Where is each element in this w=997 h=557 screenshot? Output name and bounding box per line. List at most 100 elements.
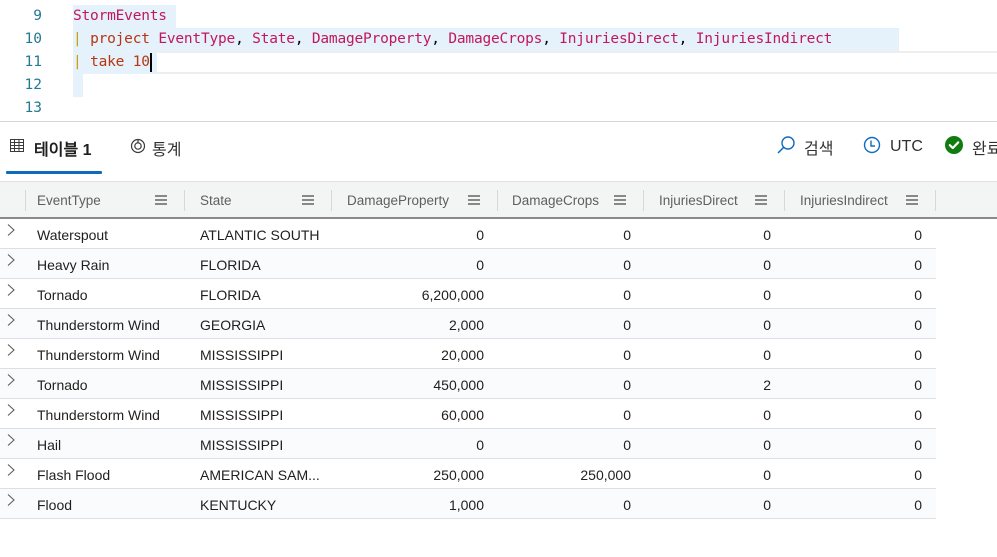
expand-row-chevron-icon[interactable] [6,493,16,507]
expand-row-chevron-icon[interactable] [6,283,16,297]
cell-injuriesindirect[interactable]: 0 [785,249,922,279]
column-menu-icon[interactable] [468,195,480,205]
cell-injuriesindirect[interactable]: 0 [785,489,922,519]
cell-damagecrops[interactable]: 0 [498,369,631,399]
cell-injuriesdirect[interactable]: 0 [644,309,771,339]
cell-damagecrops[interactable]: 0 [498,429,631,459]
table-row[interactable]: Thunderstorm Wind MISSISSIPPI 20,000 0 0 0 [0,339,936,369]
column-header-state[interactable]: State [200,182,232,218]
table-row[interactable]: Heavy Rain FLORIDA 0 0 0 0 [0,249,936,279]
cell-injuriesdirect[interactable]: 0 [644,279,771,309]
table-row[interactable]: Thunderstorm Wind MISSISSIPPI 60,000 0 0 0 [0,399,936,429]
cell-damagecrops[interactable]: 250,000 [498,459,631,489]
cell-state[interactable]: MISSISSIPPI [200,429,330,459]
cell-injuriesdirect[interactable]: 0 [644,489,771,519]
cell-eventtype[interactable]: Waterspout [37,219,187,249]
cell-injuriesdirect[interactable]: 0 [644,459,771,489]
tab-table-1[interactable]: 테이블 1 [10,136,92,160]
cell-damagecrops[interactable]: 0 [498,309,631,339]
cell-state[interactable]: GEORGIA [200,309,330,339]
cell-damagecrops[interactable]: 0 [498,279,631,309]
cell-injuriesdirect[interactable]: 0 [644,219,771,249]
expand-row-chevron-icon[interactable] [6,313,16,327]
column-menu-icon[interactable] [906,195,918,205]
cell-state[interactable]: MISSISSIPPI [200,339,330,369]
cell-state[interactable]: FLORIDA [200,279,330,309]
cell-eventtype[interactable]: Thunderstorm Wind [37,339,187,369]
cell-damagecrops[interactable]: 0 [498,489,631,519]
cell-state[interactable]: AMERICAN SAM... [200,459,330,489]
search-button[interactable]: 검색 [776,134,833,160]
expand-row-chevron-icon[interactable] [6,373,16,387]
column-separator[interactable] [184,190,185,211]
column-menu-icon[interactable] [155,195,167,205]
cell-injuriesindirect[interactable]: 0 [785,399,922,429]
table-row[interactable]: Thunderstorm Wind GEORGIA 2,000 0 0 0 [0,309,936,339]
cell-damageproperty[interactable]: 250,000 [332,459,484,489]
column-header-injuriesindirect[interactable]: InjuriesIndirect [800,182,888,218]
cell-injuriesindirect[interactable]: 0 [785,429,922,459]
expand-row-chevron-icon[interactable] [6,433,16,447]
column-header-eventtype[interactable]: EventType [37,182,101,218]
cell-injuriesindirect[interactable]: 0 [785,459,922,489]
expand-row-chevron-icon[interactable] [6,463,16,477]
column-separator[interactable] [935,190,936,211]
table-row[interactable]: Tornado MISSISSIPPI 450,000 0 2 0 [0,369,936,399]
cell-injuriesindirect[interactable]: 0 [785,309,922,339]
cell-injuriesdirect[interactable]: 0 [644,429,771,459]
column-separator[interactable] [497,190,498,211]
table-row[interactable]: Hail MISSISSIPPI 0 0 0 0 [0,429,936,459]
cell-damagecrops[interactable]: 0 [498,399,631,429]
column-menu-icon[interactable] [614,195,626,205]
expand-row-chevron-icon[interactable] [6,253,16,267]
column-separator[interactable] [25,190,26,211]
cell-damageproperty[interactable]: 0 [332,219,484,249]
column-separator[interactable] [331,190,332,211]
cell-eventtype[interactable]: Heavy Rain [37,249,187,279]
tab-stats[interactable]: 통계 [130,136,181,160]
cell-damageproperty[interactable]: 0 [332,429,484,459]
cell-damageproperty[interactable]: 6,200,000 [332,279,484,309]
cell-injuriesdirect[interactable]: 0 [644,339,771,369]
column-header-damageproperty[interactable]: DamageProperty [347,182,449,218]
cell-state[interactable]: MISSISSIPPI [200,369,330,399]
cell-damageproperty[interactable]: 1,000 [332,489,484,519]
cell-eventtype[interactable]: Tornado [37,279,187,309]
column-menu-icon[interactable] [755,195,767,205]
cell-eventtype[interactable]: Hail [37,429,187,459]
expand-row-chevron-icon[interactable] [6,343,16,357]
table-row[interactable]: Waterspout ATLANTIC SOUTH 0 0 0 0 [0,219,936,249]
cell-damageproperty[interactable]: 0 [332,249,484,279]
column-separator[interactable] [643,190,644,211]
cell-injuriesindirect[interactable]: 0 [785,369,922,399]
query-editor[interactable]: 9 StormEvents 10 | project EventType, St… [0,0,997,122]
cell-eventtype[interactable]: Flash Flood [37,459,187,489]
table-row[interactable]: Flash Flood AMERICAN SAM... 250,000 250,000… [0,459,936,489]
cell-state[interactable]: KENTUCKY [200,489,330,519]
cell-damageproperty[interactable]: 20,000 [332,339,484,369]
column-header-injuriesdirect[interactable]: InjuriesDirect [659,182,738,218]
cell-damagecrops[interactable]: 0 [498,249,631,279]
cell-damagecrops[interactable]: 0 [498,219,631,249]
cell-state[interactable]: ATLANTIC SOUTH [200,219,330,249]
expand-row-chevron-icon[interactable] [6,403,16,417]
expand-row-chevron-icon[interactable] [6,223,16,237]
cell-injuriesdirect[interactable]: 0 [644,249,771,279]
cell-injuriesindirect[interactable]: 0 [785,219,922,249]
cell-eventtype[interactable]: Thunderstorm Wind [37,399,187,429]
timezone-button[interactable]: UTC [862,134,923,160]
cell-damageproperty[interactable]: 60,000 [332,399,484,429]
column-menu-icon[interactable] [302,195,314,205]
cell-injuriesdirect[interactable]: 0 [644,399,771,429]
cell-injuriesindirect[interactable]: 0 [785,279,922,309]
column-header-damagecrops[interactable]: DamageCrops [512,182,599,218]
table-row[interactable]: Flood KENTUCKY 1,000 0 0 0 [0,489,936,519]
cell-damagecrops[interactable]: 0 [498,339,631,369]
column-separator[interactable] [784,190,785,211]
cell-state[interactable]: FLORIDA [200,249,330,279]
cell-eventtype[interactable]: Tornado [37,369,187,399]
table-row[interactable]: Tornado FLORIDA 6,200,000 0 0 0 [0,279,936,309]
cell-eventtype[interactable]: Thunderstorm Wind [37,309,187,339]
cell-injuriesdirect[interactable]: 2 [644,369,771,399]
cell-damageproperty[interactable]: 2,000 [332,309,484,339]
